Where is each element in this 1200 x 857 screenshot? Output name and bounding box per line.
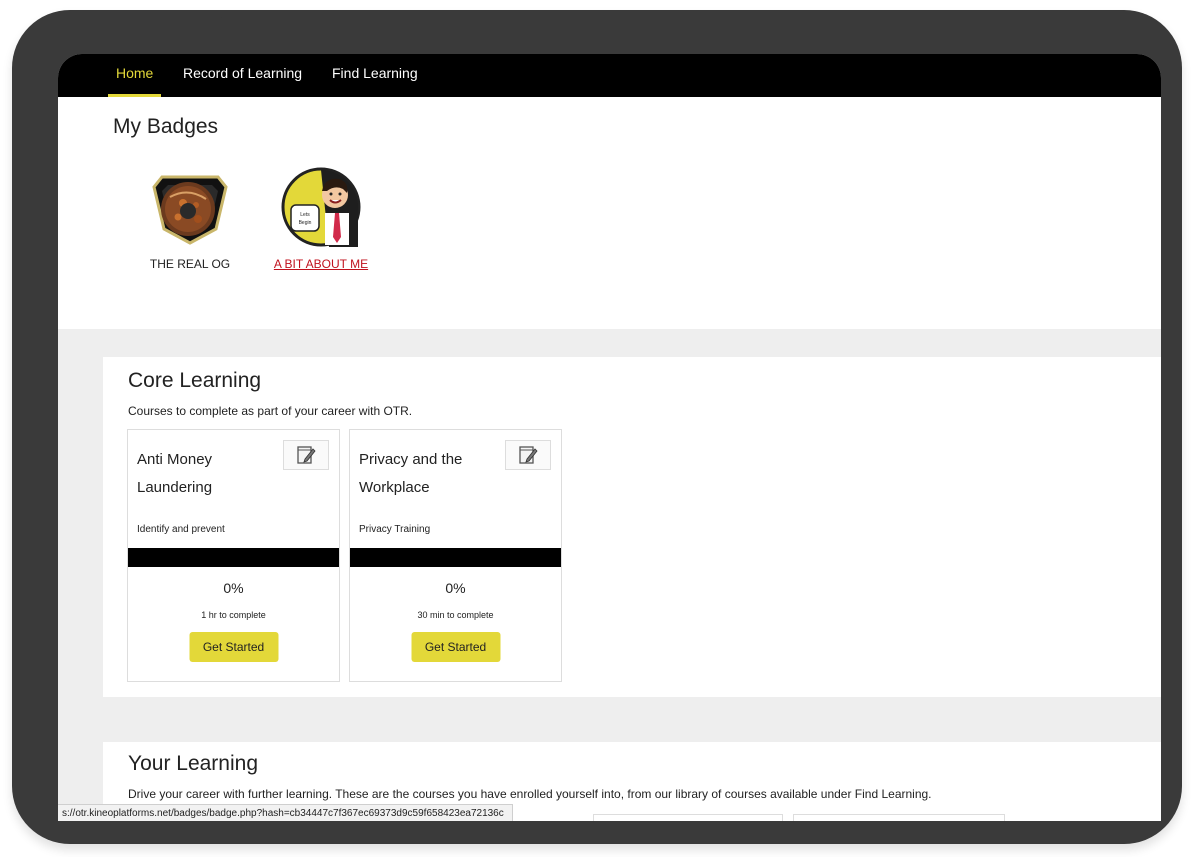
progress-bar [350,548,561,567]
nav-item-home[interactable]: Home [108,54,162,97]
edit-notepad-icon [297,446,316,464]
progress-bar [128,548,339,567]
course-description: Identify and prevent [137,524,225,535]
businessman-lets-begin-badge-icon: Lets Begin [281,167,361,247]
badges-section: My Badges THE REAL OG Lets Begin A BIT A… [58,97,1161,329]
section-subtitle: Courses to complete as part of your care… [128,404,413,418]
nav-item-label: Home [116,65,154,81]
screen: Home Record of Learning Find Learning My… [58,54,1161,821]
core-learning-panel: Core Learning Courses to complete as par… [103,357,1161,697]
section-title: My Badges [113,115,219,138]
badge-a-bit-about-me[interactable]: Lets Begin A BIT ABOUT ME [261,167,381,271]
nav-item-label: Record of Learning [183,65,303,81]
edit-notepad-icon [519,446,538,464]
badge-link[interactable]: A BIT ABOUT ME [261,257,381,271]
course-duration: 30 min to complete [417,610,494,620]
tablet-frame: Home Record of Learning Find Learning My… [12,10,1182,844]
get-started-button[interactable]: Get Started [189,632,278,662]
edit-notepad-button[interactable] [283,440,329,470]
badge-the-real-og[interactable]: THE REAL OG [130,167,250,271]
get-started-button[interactable]: Get Started [411,632,500,662]
nav-item-find-learning[interactable]: Find Learning [332,54,418,97]
course-title: Privacy and the Workplace [359,451,463,496]
learning-card[interactable] [593,814,783,821]
donut-shield-badge-icon [152,175,228,245]
course-duration: 1 hr to complete [201,610,266,620]
course-card-anti-money-laundering[interactable]: Anti Money Laundering Identify and preve… [127,429,340,682]
progress-percentage: 0% [445,580,466,596]
nav-item-label: Find Learning [332,65,418,81]
course-description: Privacy Training [359,524,431,535]
section-title: Core Learning [128,369,262,392]
badge-label: THE REAL OG [149,257,231,271]
status-bar-url: s://otr.kineoplatforms.net/badges/badge.… [58,804,513,821]
nav-item-record-of-learning[interactable]: Record of Learning [183,54,302,97]
top-nav: Home Record of Learning Find Learning [58,54,1161,97]
course-title: Anti Money Laundering [137,451,213,496]
badge-text-begin: Begin [299,220,312,226]
frame-button [162,16,210,24]
section-subtitle: Drive your career with further learning.… [128,787,932,801]
frame-button [219,16,267,24]
learning-card[interactable] [793,814,1005,821]
section-title: Your Learning [128,752,258,775]
progress-percentage: 0% [223,580,244,596]
edit-notepad-button[interactable] [505,440,551,470]
course-card-privacy-and-the-workplace[interactable]: Privacy and the Workplace Privacy Traini… [349,429,562,682]
badge-text-lets: Lets [300,212,310,218]
